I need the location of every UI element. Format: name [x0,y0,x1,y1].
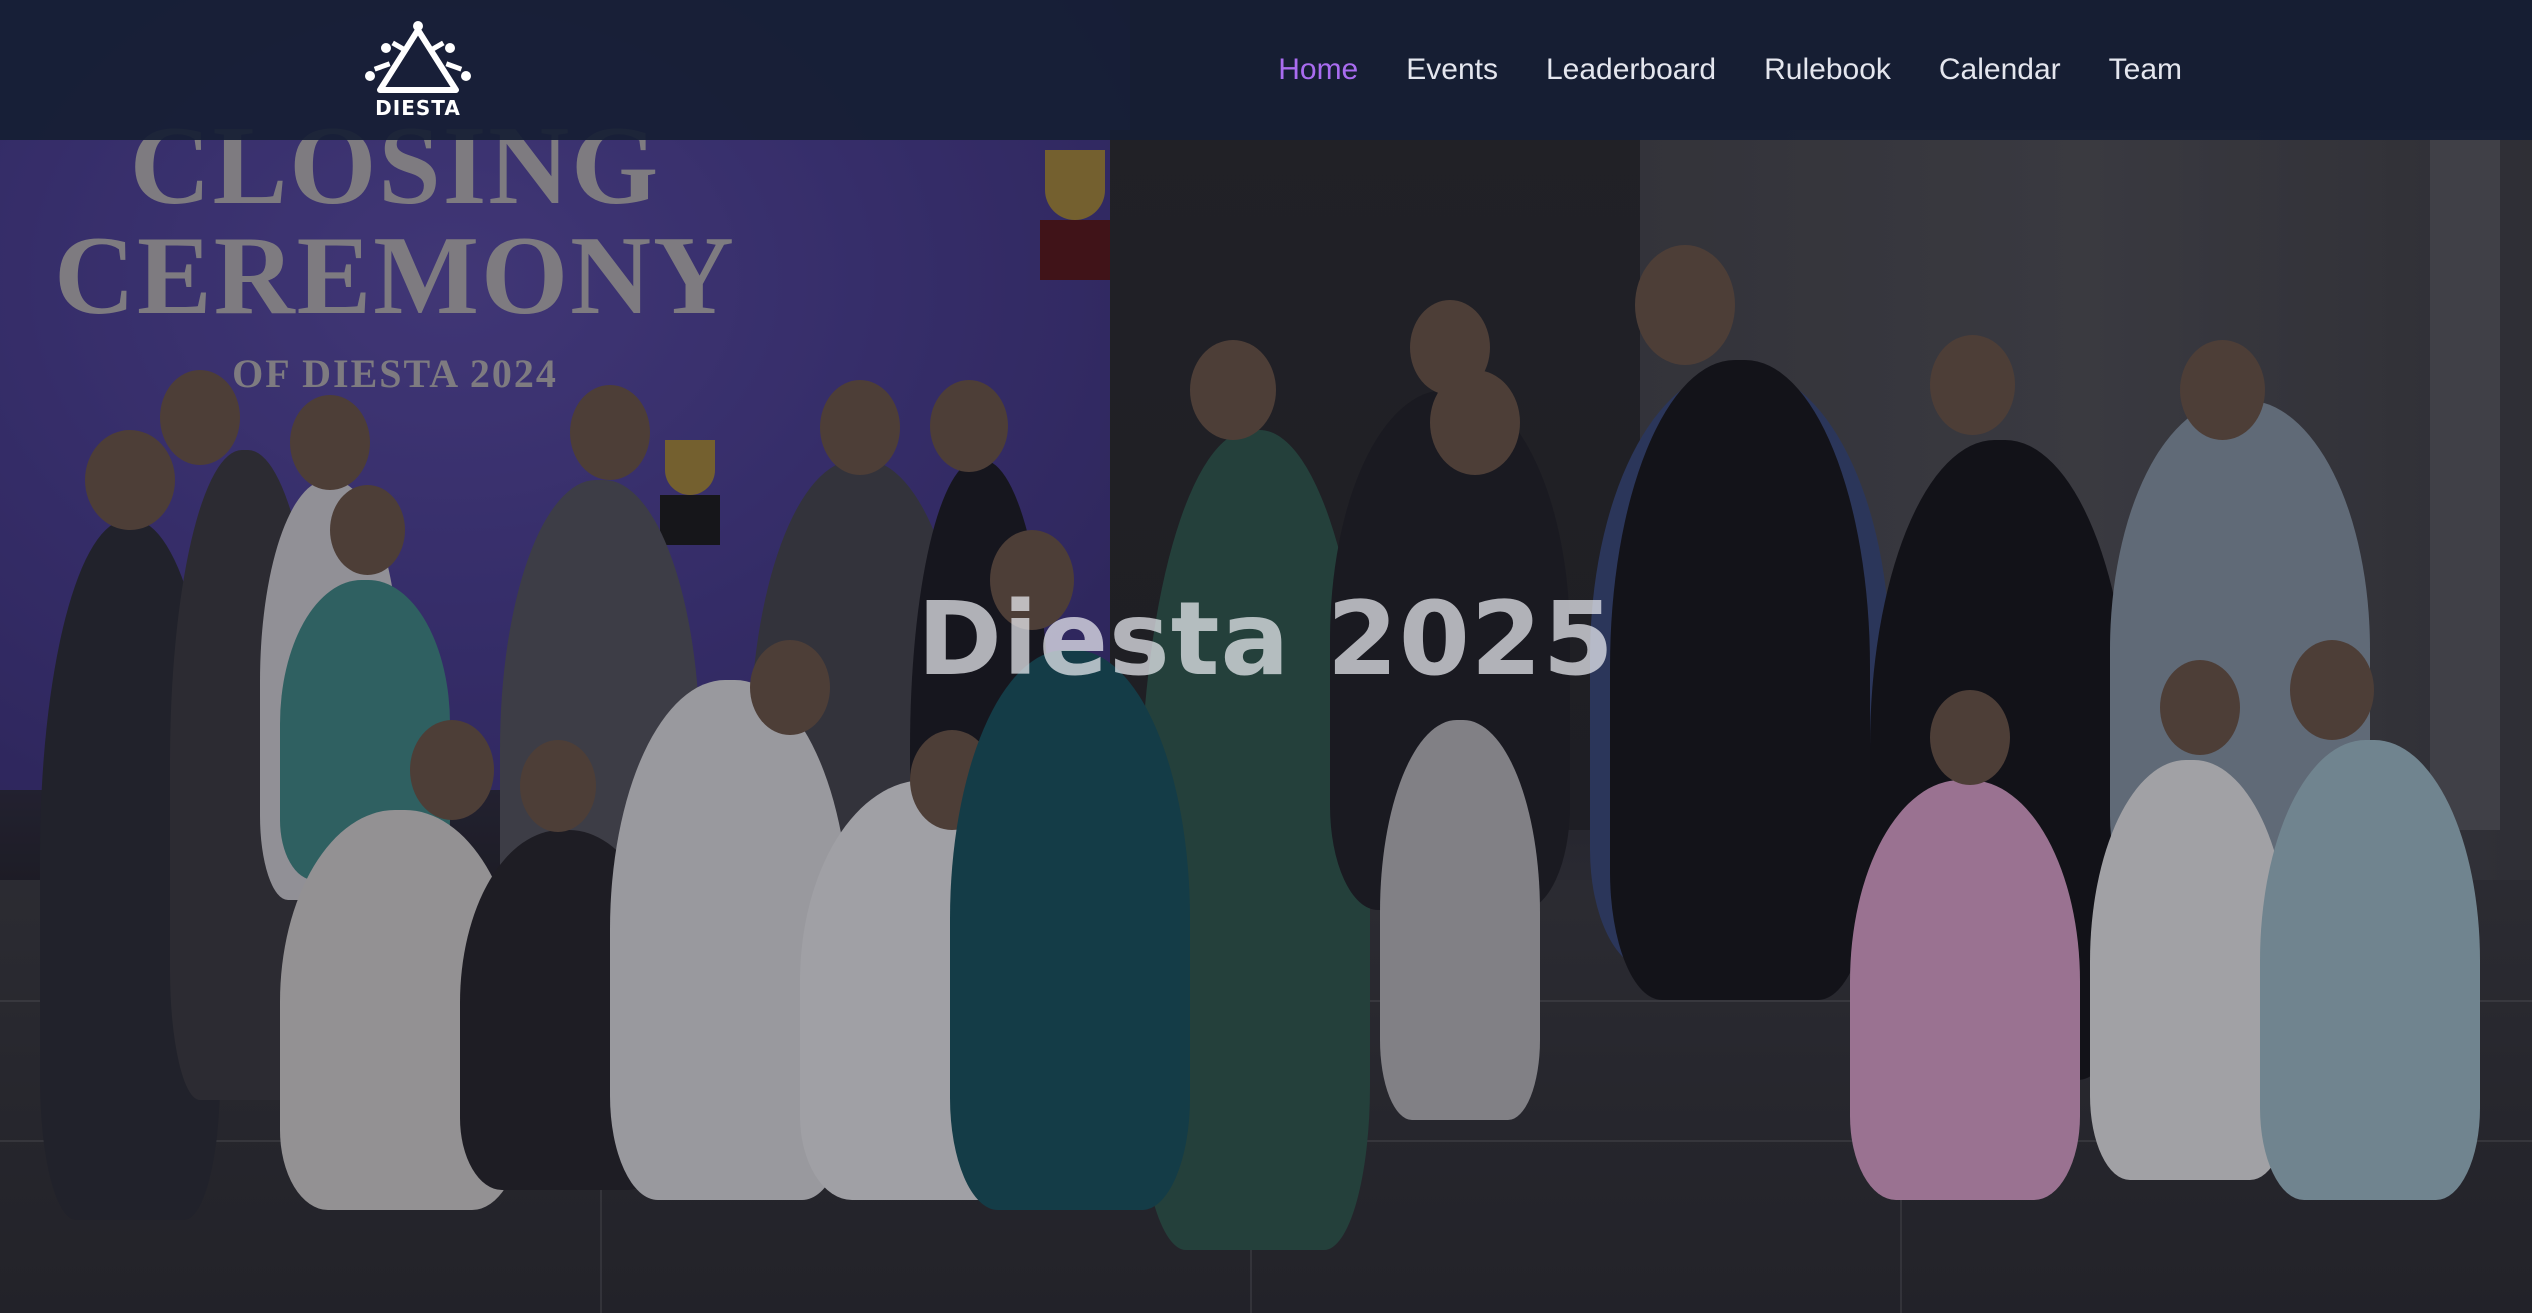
nav-leaderboard[interactable]: Leaderboard [1546,53,1716,87]
nav-calendar[interactable]: Calendar [1939,53,2061,87]
logo-text: DIESTA [375,96,461,120]
hero-title: Diesta 2025 [917,580,1615,699]
nav-team[interactable]: Team [2109,53,2182,87]
nav-home[interactable]: Home [1278,53,1358,87]
navbar: DIESTA Home Events Leaderboard Rulebook … [0,0,2532,140]
diesta-logo[interactable]: DIESTA [356,18,480,120]
nav-rulebook[interactable]: Rulebook [1764,53,1891,87]
nav-events[interactable]: Events [1406,53,1498,87]
diesta-logo-icon [365,21,471,93]
main-nav: Home Events Leaderboard Rulebook Calenda… [1230,0,2182,140]
